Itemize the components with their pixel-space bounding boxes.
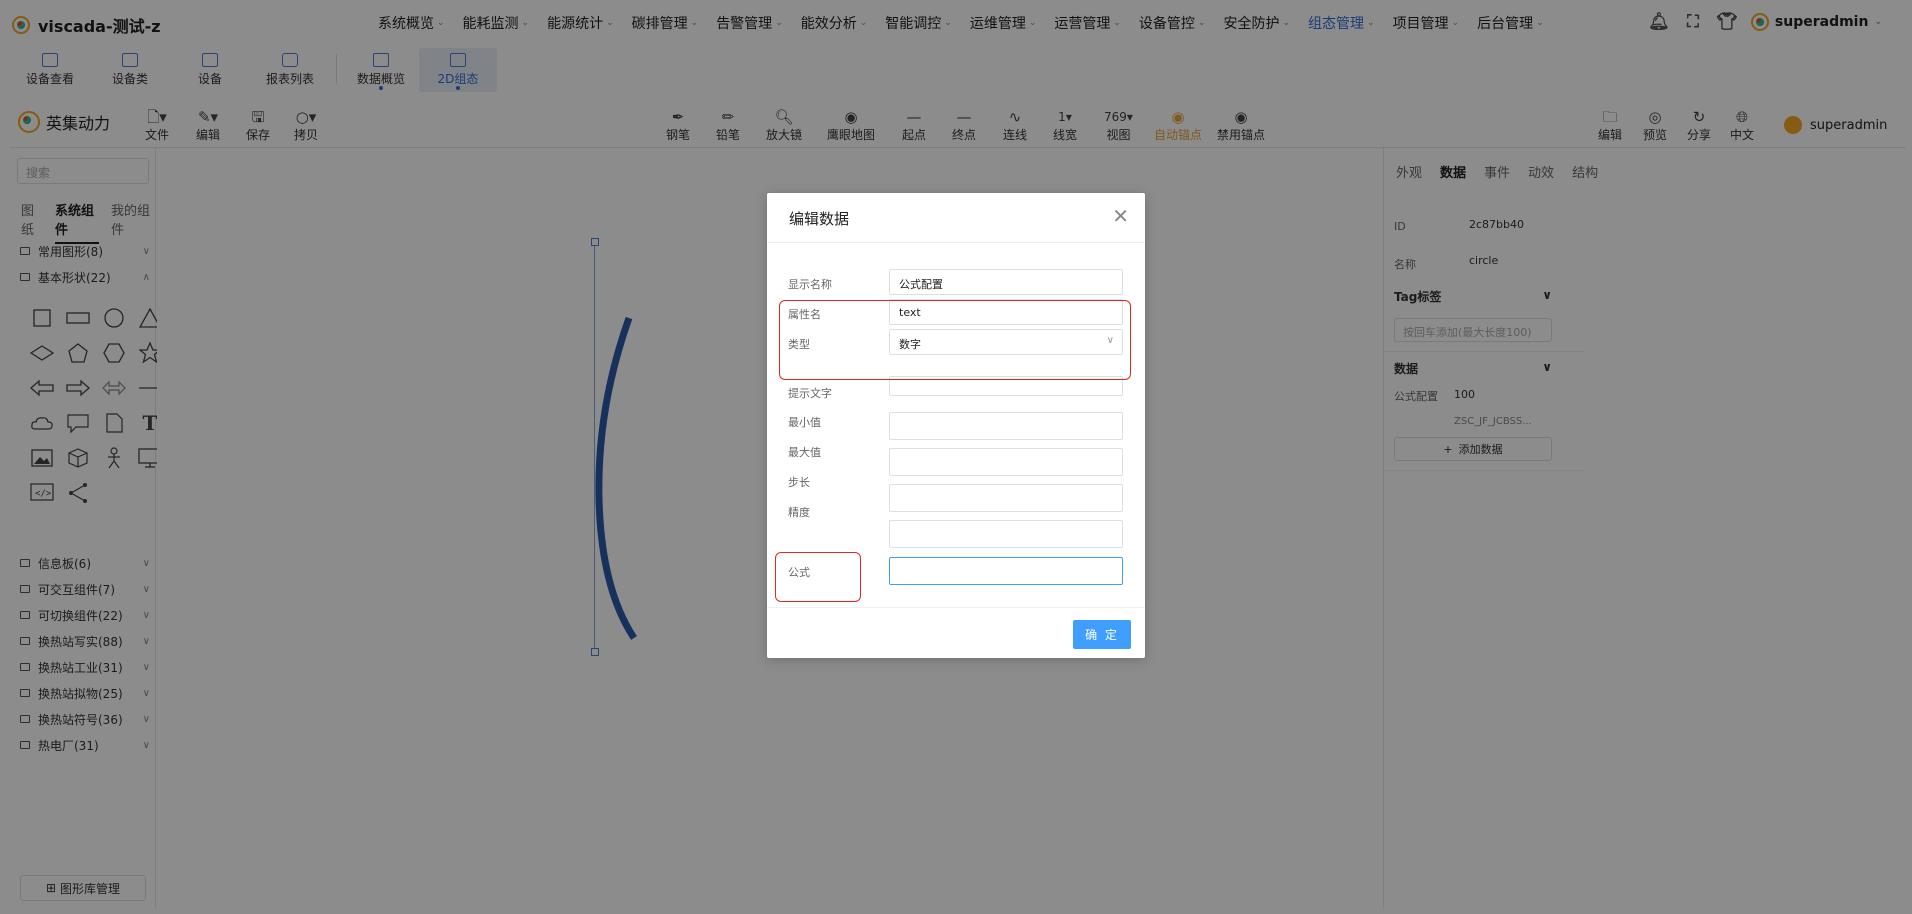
dialog-title: 编辑数据	[789, 210, 850, 228]
precision-input[interactable]	[889, 520, 1123, 548]
dialog-footer-divider	[767, 607, 1145, 608]
display-name-label: 显示名称	[788, 278, 832, 291]
precision-label: 精度	[788, 506, 810, 519]
max-value-input[interactable]	[889, 448, 1123, 476]
highlight-formula-box	[775, 552, 861, 602]
step-label: 步长	[788, 476, 810, 489]
edit-data-dialog: 编辑数据 ✕ 显示名称 公式配置 属性名 text 类型 数字 ∨ 提示文字 最小…	[767, 193, 1145, 658]
min-value-label: 最小值	[788, 416, 821, 429]
step-input[interactable]	[889, 484, 1123, 512]
max-value-label: 最大值	[788, 446, 821, 459]
min-value-input[interactable]	[889, 412, 1123, 440]
confirm-button[interactable]: 确 定	[1073, 620, 1131, 649]
display-name-input[interactable]: 公式配置	[889, 269, 1123, 295]
hint-text-label: 提示文字	[788, 387, 832, 400]
close-icon[interactable]: ✕	[1112, 206, 1129, 226]
dialog-header-divider	[767, 242, 1145, 243]
formula-input[interactable]	[889, 557, 1123, 585]
highlight-property-type-box	[779, 300, 1131, 380]
